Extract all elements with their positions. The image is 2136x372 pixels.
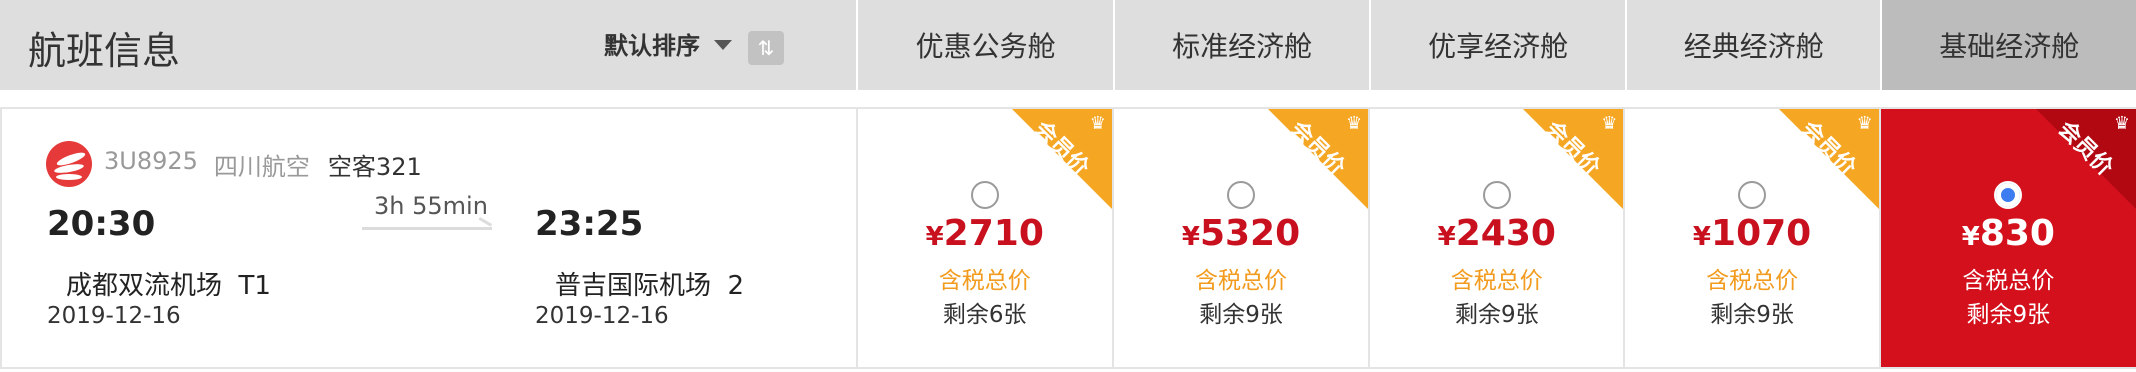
fare-price: ¥2710 bbox=[925, 213, 1044, 254]
fare-cell-discount-business[interactable]: 会员价 ♛ ¥2710 含税总价 剩余6张 bbox=[858, 109, 1114, 367]
column-header-premium-economy[interactable]: 优享经济舱 bbox=[1371, 0, 1627, 90]
arrival-terminal: 2 bbox=[727, 271, 745, 301]
column-header-discount-business[interactable]: 优惠公务舱 bbox=[858, 0, 1115, 90]
fare-radio[interactable] bbox=[1738, 181, 1767, 209]
fare-radio[interactable] bbox=[1482, 181, 1511, 209]
tax-included-label: 含税总价 bbox=[1450, 268, 1543, 294]
crown-icon: ♛ bbox=[1601, 113, 1618, 134]
sort-order-icon[interactable]: ⇅ bbox=[748, 31, 784, 65]
crown-icon: ♛ bbox=[1856, 113, 1873, 134]
arrival-time: 23:25 bbox=[535, 204, 644, 244]
column-header-basic-economy[interactable]: 基础经济舱 bbox=[1882, 0, 2136, 90]
flight-duration: 3h 55min bbox=[374, 192, 488, 220]
flight-info-header: 航班信息 默认排序 ⇅ bbox=[0, 0, 859, 90]
departure-terminal: T1 bbox=[238, 271, 271, 301]
column-header-standard-economy[interactable]: 标准经济舱 bbox=[1114, 0, 1372, 90]
fare-cell-classic-economy[interactable]: 会员价 ♛ ¥1070 含税总价 剩余9张 bbox=[1625, 109, 1881, 367]
flight-number: 3U8925 bbox=[104, 147, 198, 175]
departure-time: 20:30 bbox=[47, 204, 156, 244]
sort-dropdown[interactable]: 默认排序 bbox=[604, 26, 732, 61]
seats-remaining: 剩余9张 bbox=[1199, 302, 1283, 328]
arrival-airport: 普吉国际机场 2 bbox=[555, 271, 745, 301]
seats-remaining: 剩余9张 bbox=[1710, 302, 1794, 328]
seats-remaining: 剩余6张 bbox=[942, 302, 1027, 328]
fare-price: ¥5320 bbox=[1181, 213, 1301, 254]
flight-row: 3U8925 四川航空 空客321 20:30 3h 55min 23:25 成… bbox=[0, 107, 2136, 369]
departure-date: 2019-12-16 bbox=[47, 303, 181, 329]
airline-name: 四川航空 bbox=[213, 153, 310, 181]
caret-down-icon bbox=[714, 39, 732, 50]
fare-price: ¥830 bbox=[1961, 213, 2055, 254]
flight-meta: 3U8925 四川航空 空客321 bbox=[104, 147, 422, 182]
arrival-date: 2019-12-16 bbox=[535, 303, 669, 329]
tax-included-label: 含税总价 bbox=[938, 268, 1031, 294]
flight-details: 3U8925 四川航空 空客321 20:30 3h 55min 23:25 成… bbox=[2, 109, 858, 367]
fare-radio[interactable] bbox=[970, 181, 999, 209]
tax-included-label: 含税总价 bbox=[1195, 268, 1288, 294]
table-header: 航班信息 默认排序 ⇅ 优惠公务舱 标准经济舱 优享经济舱 经典经济舱 基础经济… bbox=[0, 0, 2136, 90]
fare-price: ¥2430 bbox=[1437, 213, 1556, 254]
sort-label: 默认排序 bbox=[604, 32, 700, 60]
fare-cell-premium-economy[interactable]: 会员价 ♛ ¥2430 含税总价 剩余9张 bbox=[1370, 109, 1626, 367]
fare-radio[interactable] bbox=[1227, 181, 1256, 209]
fare-cell-standard-economy[interactable]: 会员价 ♛ ¥5320 含税总价 剩余9张 bbox=[1114, 109, 1371, 367]
page-title: 航班信息 bbox=[28, 29, 181, 73]
tax-included-label: 含税总价 bbox=[1962, 268, 2055, 294]
airline-logo-icon bbox=[46, 141, 92, 187]
fare-radio-selected[interactable] bbox=[1994, 181, 2023, 209]
fare-cell-basic-economy[interactable]: 会员价 ♛ ¥830 含税总价 剩余9张 bbox=[1880, 109, 2136, 367]
fare-price: ¥1070 bbox=[1692, 213, 1812, 254]
crown-icon: ♛ bbox=[2113, 113, 2130, 134]
crown-icon: ♛ bbox=[1089, 113, 1106, 134]
departure-airport: 成都双流机场 T1 bbox=[66, 271, 271, 301]
seats-remaining: 剩余9张 bbox=[1966, 302, 2051, 328]
column-header-classic-economy[interactable]: 经典经济舱 bbox=[1626, 0, 1883, 90]
aircraft-type: 空客321 bbox=[327, 153, 422, 181]
seats-remaining: 剩余9张 bbox=[1454, 302, 1539, 328]
crown-icon: ♛ bbox=[1346, 113, 1363, 134]
tax-included-label: 含税总价 bbox=[1706, 268, 1799, 294]
